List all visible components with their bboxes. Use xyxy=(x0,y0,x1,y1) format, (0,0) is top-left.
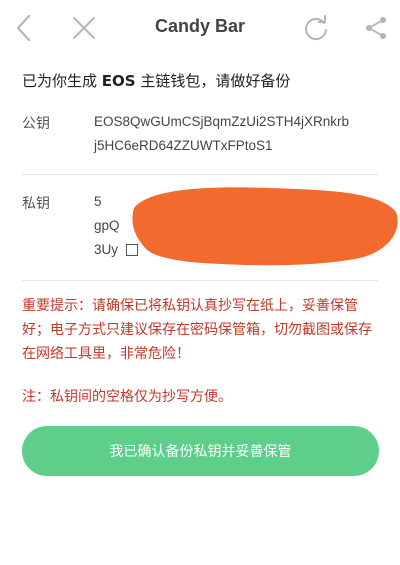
public-key-row: 公钥 EOS8QwGUmCSjBqmZzUi2STH4jXRnkrb j5HC6… xyxy=(0,110,400,174)
confirm-backup-button[interactable]: 我已确认备份私钥并妥善保管 xyxy=(22,426,379,476)
headline-suffix: 主链钱包，请做好备份 xyxy=(135,72,291,90)
redaction-scribble xyxy=(132,187,398,266)
divider xyxy=(22,280,378,281)
share-icon[interactable] xyxy=(358,10,394,46)
page-title: Candy Bar xyxy=(154,16,246,36)
public-key-line-1: EOS8QwGUmCSjBqmZzUi2STH4jXRnkrb xyxy=(94,114,350,129)
headline-prefix: 已为你生成 xyxy=(22,72,102,90)
private-key-label: 私钥 xyxy=(22,196,50,212)
nav-bar: Candy Bar xyxy=(0,0,400,58)
public-key-label: 公钥 xyxy=(22,116,50,132)
public-key-line-2: j5HC6eRD64ZZUWTxFPtoS1 xyxy=(94,138,273,153)
headline-eos: EOS xyxy=(101,72,136,90)
divider xyxy=(22,174,378,175)
refresh-icon[interactable] xyxy=(298,10,334,46)
spacing-note: 注：私钥间的空格仅为抄写方便。 xyxy=(22,389,232,405)
backup-warning: 重要提示：请确保已将私钥认真抄写在纸上，妥善保管好；电子方式只建议保存在密码保管… xyxy=(22,298,372,362)
close-icon[interactable] xyxy=(66,10,102,46)
wallet-created-headline: 已为你生成 EOS 主链钱包，请做好备份 xyxy=(22,70,290,91)
public-key-value[interactable]: EOS8QwGUmCSjBqmZzUi2STH4jXRnkrb j5HC6eRD… xyxy=(94,110,384,158)
chevron-left-icon[interactable] xyxy=(6,10,42,46)
